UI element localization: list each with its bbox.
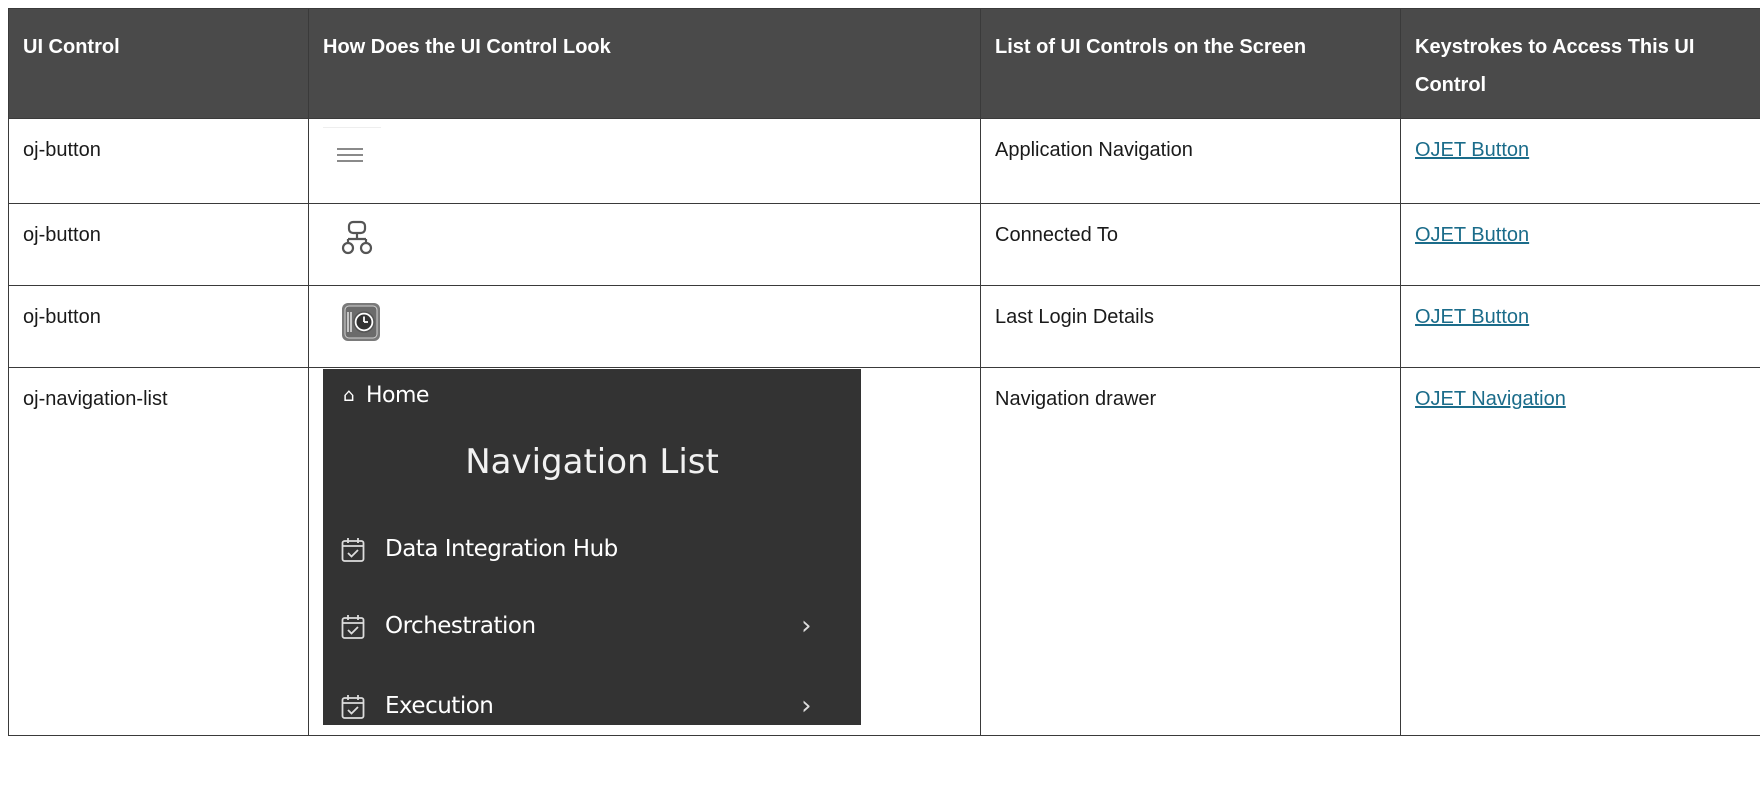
- ojet-button-link[interactable]: OJET Button: [1415, 139, 1529, 161]
- calendar-check-icon: [341, 537, 365, 569]
- nav-list-title: Navigation List: [465, 442, 719, 482]
- header-controls-on-screen: List of UI Controls on the Screen: [980, 8, 1401, 119]
- table-row: oj-button Application Navigation OJET Bu…: [8, 118, 1760, 204]
- chevron-right-icon: ›: [801, 611, 811, 641]
- cell-screen-control: Application Navigation: [980, 118, 1401, 204]
- cell-control: oj-button: [8, 285, 309, 368]
- nav-home-label: Home: [365, 383, 429, 408]
- ojet-button-link[interactable]: OJET Button: [1415, 224, 1529, 246]
- cell-look: [308, 118, 981, 204]
- ojet-button-link[interactable]: OJET Button: [1415, 306, 1529, 328]
- table-row: oj-navigation-list ⌂ Home Navigation List: [8, 367, 1760, 736]
- cell-screen-control: Connected To: [980, 203, 1401, 286]
- calendar-check-icon: [341, 614, 365, 646]
- cell-screen-control: Last Login Details: [980, 285, 1401, 368]
- navigation-drawer-preview: ⌂ Home Navigation List Data Integration …: [323, 369, 861, 725]
- cell-control: oj-button: [8, 118, 309, 204]
- cell-keystroke: OJET Button: [1400, 203, 1760, 286]
- cell-look: [308, 285, 981, 368]
- ui-controls-table: UI Control How Does the UI Control Look …: [8, 8, 1760, 736]
- cell-look: ⌂ Home Navigation List Data Integration …: [308, 367, 981, 736]
- cell-look: [308, 203, 981, 286]
- nav-home-item: ⌂ Home: [343, 383, 429, 409]
- home-icon: ⌂: [343, 385, 354, 406]
- ojet-navigation-link[interactable]: OJET Navigation: [1415, 388, 1566, 410]
- nav-item-label: Data Integration Hub: [385, 536, 618, 562]
- cell-keystroke: OJET Navigation: [1400, 367, 1760, 736]
- cell-screen-control: Navigation drawer: [980, 367, 1401, 736]
- cell-control: oj-button: [8, 203, 309, 286]
- header-keystrokes: Keystrokes to Access This UI Control: [1400, 8, 1760, 119]
- calendar-check-icon: [341, 694, 365, 726]
- table-header: UI Control How Does the UI Control Look …: [8, 8, 1760, 119]
- hierarchy-network-icon: [323, 210, 387, 268]
- nav-item-label: Execution: [385, 693, 494, 719]
- nav-item-label: Orchestration: [385, 613, 536, 639]
- hamburger-menu-icon: [323, 127, 381, 186]
- header-control-look: How Does the UI Control Look: [308, 8, 981, 119]
- header-ui-control: UI Control: [8, 8, 309, 119]
- table-row: oj-button Connected To OJET Button: [8, 203, 1760, 286]
- clock-login-icon: [323, 292, 387, 350]
- cell-keystroke: OJET Button: [1400, 285, 1760, 368]
- chevron-right-icon: ›: [801, 691, 811, 721]
- cell-control: oj-navigation-list: [8, 367, 309, 736]
- table-row: oj-button Last Login Details OJET Button: [8, 285, 1760, 368]
- cell-keystroke: OJET Button: [1400, 118, 1760, 204]
